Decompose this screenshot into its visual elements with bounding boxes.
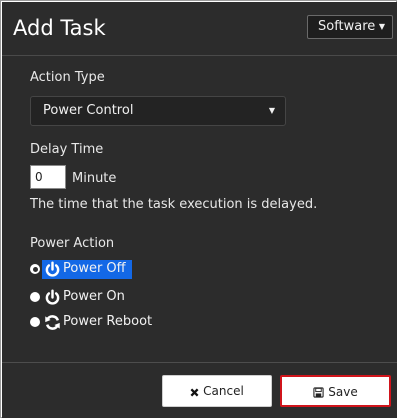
radio-button[interactable] — [30, 317, 40, 327]
save-label: Save — [328, 385, 358, 399]
save-button[interactable]: Save — [280, 375, 391, 407]
category-dropdown[interactable]: Software ▼ — [307, 15, 393, 39]
action-type-value: Power Control — [43, 103, 134, 118]
power-icon — [45, 289, 60, 305]
power-option-label: Power Off — [63, 261, 126, 276]
power-option-label: Power On — [63, 289, 125, 304]
category-dropdown-value: Software — [318, 19, 376, 34]
dialog-title: Add Task — [13, 16, 106, 40]
add-task-dialog: Add Task Software ▼ Action Type Power Co… — [0, 0, 397, 418]
refresh-icon — [45, 315, 60, 330]
radio-power-on[interactable]: Power On — [30, 288, 130, 308]
dialog-header: Add Task Software ▼ — [2, 2, 397, 56]
radio-power-reboot[interactable]: Power Reboot — [30, 313, 160, 333]
caret-down-icon: ▼ — [378, 22, 385, 31]
action-type-label: Action Type — [30, 70, 105, 85]
cancel-label: Cancel — [203, 384, 244, 398]
radio-button[interactable] — [30, 292, 40, 302]
power-option-label: Power Reboot — [63, 314, 153, 329]
dialog-body: Action Type Power Control ▼ Delay Time M… — [2, 56, 397, 362]
delay-help-text: The time that the task execution is dela… — [30, 197, 318, 212]
caret-down-icon: ▼ — [268, 106, 275, 115]
power-icon — [45, 261, 60, 277]
power-action-label: Power Action — [30, 236, 115, 251]
floppy-disk-icon — [313, 387, 324, 398]
cancel-button[interactable]: Cancel — [162, 375, 272, 407]
action-type-select[interactable]: Power Control ▼ — [30, 96, 286, 126]
delay-time-label: Delay Time — [30, 142, 104, 157]
dialog-footer: Cancel Save — [2, 362, 397, 418]
radio-button[interactable] — [30, 264, 40, 274]
radio-power-off[interactable]: Power Off — [30, 260, 140, 280]
delay-unit-label: Minute — [72, 171, 117, 186]
delay-time-input[interactable] — [30, 165, 66, 189]
close-icon — [190, 388, 199, 397]
